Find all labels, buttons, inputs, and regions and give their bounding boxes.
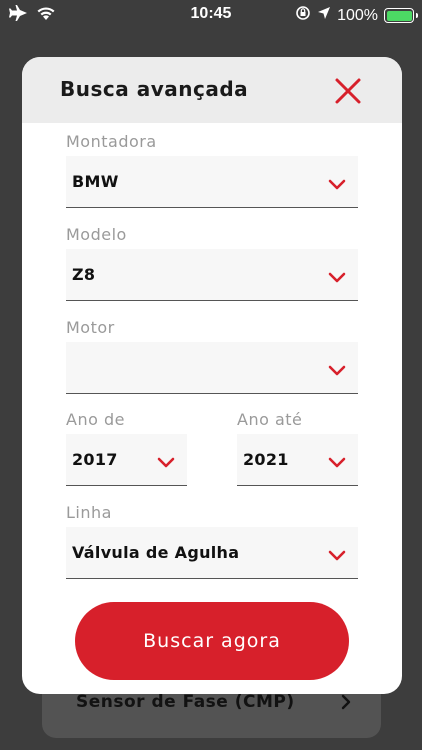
- modelo-value: Z8: [72, 265, 96, 284]
- orientation-lock-icon: [295, 5, 311, 26]
- field-ano-de: Ano de 2017: [66, 410, 187, 488]
- montadora-value: BMW: [72, 172, 119, 191]
- ano-ate-select[interactable]: 2021: [237, 434, 358, 486]
- chevron-down-icon: [328, 361, 346, 380]
- field-ano-ate: Ano até 2021: [237, 410, 358, 488]
- ano-ate-label: Ano até: [237, 410, 303, 429]
- linha-select[interactable]: Válvula de Agulha: [66, 527, 358, 579]
- battery-percent: 100%: [337, 6, 378, 24]
- field-montadora: Montadora BMW: [66, 132, 358, 210]
- status-right: 100%: [295, 5, 418, 26]
- chevron-down-icon: [157, 453, 175, 472]
- ano-de-label: Ano de: [66, 410, 125, 429]
- field-modelo: Modelo Z8: [66, 225, 358, 303]
- montadora-label: Montadora: [66, 132, 157, 151]
- status-bar: 10:45 100%: [0, 0, 422, 30]
- linha-value: Válvula de Agulha: [72, 543, 240, 562]
- modal-header: Busca avançada: [22, 57, 402, 123]
- field-linha: Linha Válvula de Agulha: [66, 503, 358, 581]
- background-card-label: Sensor de Fase (CMP): [76, 692, 295, 712]
- modelo-label: Modelo: [66, 225, 127, 244]
- motor-select[interactable]: [66, 342, 358, 394]
- ano-ate-value: 2021: [243, 450, 289, 469]
- ano-de-select[interactable]: 2017: [66, 434, 187, 486]
- close-button[interactable]: [334, 77, 362, 105]
- ano-de-value: 2017: [72, 450, 118, 469]
- chevron-right-icon: [341, 694, 351, 714]
- modal-title: Busca avançada: [60, 77, 249, 101]
- motor-label: Motor: [66, 318, 115, 337]
- linha-label: Linha: [66, 503, 112, 522]
- search-now-button[interactable]: Buscar agora: [75, 602, 349, 680]
- chevron-down-icon: [328, 268, 346, 287]
- chevron-down-icon: [328, 546, 346, 565]
- location-icon: [317, 6, 331, 25]
- close-icon: [335, 78, 361, 104]
- battery-icon: [384, 8, 418, 23]
- modelo-select[interactable]: Z8: [66, 249, 358, 301]
- advanced-search-modal: Busca avançada Montadora BMW Modelo Z8 M…: [22, 57, 402, 694]
- field-motor: Motor: [66, 318, 358, 396]
- chevron-down-icon: [328, 175, 346, 194]
- montadora-select[interactable]: BMW: [66, 156, 358, 208]
- chevron-down-icon: [328, 453, 346, 472]
